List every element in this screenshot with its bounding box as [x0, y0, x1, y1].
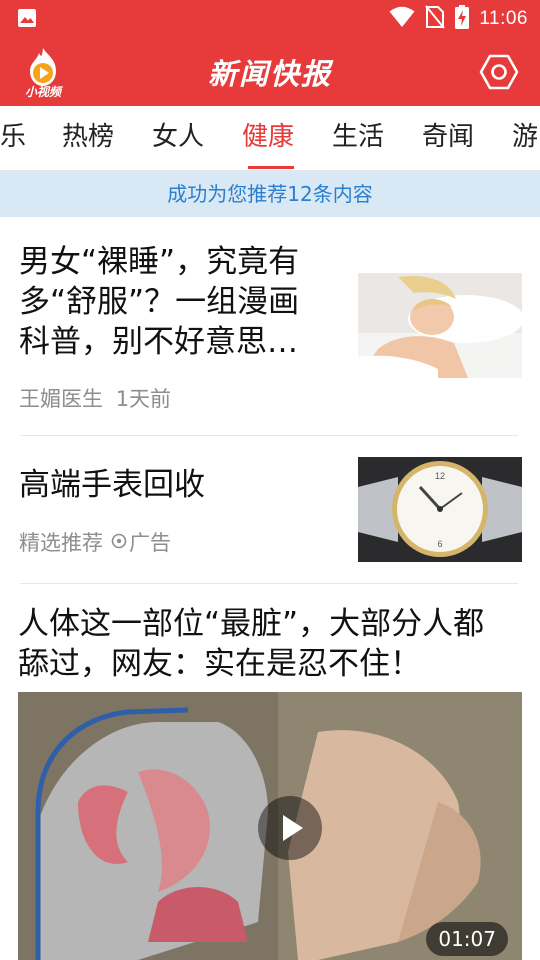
- news-item[interactable]: 男女“裸睡”，究竟有 多“舒服”？一组漫画 科普，别不好意思… 王媚医生 1天前: [0, 217, 540, 436]
- app-title: 新闻快报: [207, 57, 332, 91]
- tab-you[interactable]: 游: [512, 106, 538, 170]
- battery-charging-icon: [455, 5, 470, 33]
- svg-text:6: 6: [437, 539, 442, 549]
- svg-text:12: 12: [435, 471, 445, 481]
- ad-meta: 精选推荐 广告: [19, 527, 171, 557]
- status-bar: 11:06: [0, 0, 540, 38]
- settings-button[interactable]: [479, 52, 519, 92]
- tab-shenghuo[interactable]: 生活: [332, 106, 384, 170]
- status-time: 11:06: [479, 8, 528, 29]
- news-meta: 王媚医生 1天前: [19, 383, 171, 413]
- tab-qiwen[interactable]: 奇闻: [422, 106, 474, 170]
- app-bar: 小视频 新闻快报: [0, 38, 540, 106]
- news-title-line: 男女“裸睡”，究竟有: [19, 244, 300, 280]
- video-duration: 01:07: [426, 922, 508, 956]
- ad-title: 高端手表回收: [19, 467, 205, 503]
- tab-jiankang[interactable]: 健康: [242, 106, 294, 170]
- active-tab-indicator: [248, 166, 294, 169]
- ad-thumbnail: 12 6: [358, 457, 522, 562]
- no-sim-icon: [425, 5, 446, 33]
- video-player[interactable]: 01:07: [18, 692, 522, 960]
- news-thumbnail: [358, 273, 522, 378]
- category-tabs: 乐 热榜 女人 健康 生活 奇闻 游: [0, 106, 540, 171]
- play-button[interactable]: [258, 796, 322, 860]
- wifi-icon: [389, 6, 415, 32]
- settings-hexagon-icon: [479, 54, 519, 90]
- tab-rebang[interactable]: 热榜: [62, 106, 114, 170]
- video-title-line: 舔过，网友：实在是忍不住！: [18, 646, 421, 682]
- ad-icon: [111, 530, 127, 554]
- tab-nvren[interactable]: 女人: [152, 106, 204, 170]
- news-title-line: 多“舒服”？一组漫画: [19, 284, 300, 320]
- image-icon: [17, 8, 37, 32]
- play-icon: [283, 815, 303, 841]
- ad-source: 精选推荐: [19, 531, 103, 555]
- ad-item[interactable]: 高端手表回收 精选推荐 广告 12 6: [0, 436, 540, 584]
- news-time: 1天前: [115, 387, 172, 411]
- recommend-notice: 成功为您推荐12条内容: [0, 171, 540, 217]
- news-source: 王媚医生: [19, 387, 103, 411]
- ad-label: 广告: [129, 531, 171, 555]
- video-title-line: 人体这一部位“最脏”，大部分人都: [18, 606, 485, 642]
- tab-yule[interactable]: 乐: [0, 106, 26, 170]
- news-title-line: 科普，别不好意思…: [19, 324, 298, 360]
